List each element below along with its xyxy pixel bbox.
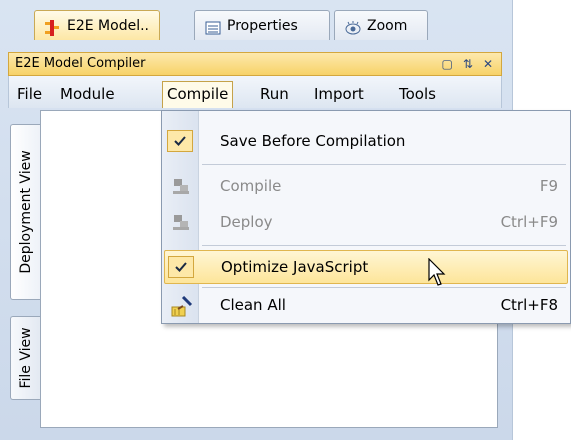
menu-run[interactable]: Run	[256, 82, 293, 106]
tab-zoom[interactable]: Zoom	[334, 10, 428, 40]
broom-icon	[171, 295, 193, 317]
e2e-model-icon	[45, 18, 61, 36]
menu-module[interactable]: Module	[56, 82, 119, 106]
tab-label: File View	[17, 327, 34, 389]
tab-e2e-model[interactable]: E2E Model..	[34, 10, 160, 40]
menu-item-compile[interactable]: Compile F9	[164, 170, 568, 204]
tab-label: Properties	[227, 17, 298, 34]
side-tabs: Deployment View File View	[10, 110, 40, 410]
deploy-icon	[171, 213, 191, 233]
menu-compile[interactable]: Compile	[162, 81, 234, 108]
tab-file-view[interactable]: File View	[10, 316, 40, 400]
panel-title: E2E Model Compiler	[15, 56, 146, 71]
menu-item-shortcut: F9	[539, 177, 558, 195]
menu-item-clean-all[interactable]: Clean All Ctrl+F8	[164, 289, 568, 323]
panel-titlebar: E2E Model Compiler ▢ ⇅ ✕	[8, 52, 502, 76]
tab-label: E2E Model..	[67, 17, 149, 34]
menu-separator	[202, 287, 566, 288]
tab-label: Deployment View	[17, 150, 34, 274]
menu-tools[interactable]: Tools	[395, 82, 440, 106]
menu-separator	[202, 164, 566, 165]
menu-item-label: Optimize JavaScript	[221, 258, 369, 276]
tab-label: Zoom	[367, 17, 408, 34]
zoom-icon	[345, 18, 361, 34]
menu-separator	[202, 245, 566, 246]
menu-item-shortcut: Ctrl+F9	[500, 213, 558, 231]
compile-dropdown-menu: Save Before Compilation Compile F9 Deplo…	[161, 110, 571, 324]
menu-bar: File Module Compile Run Import Tools	[8, 76, 502, 108]
menu-item-deploy[interactable]: Deploy Ctrl+F9	[164, 206, 568, 240]
mouse-cursor-icon	[427, 257, 451, 288]
menu-item-shortcut: Ctrl+F8	[500, 296, 558, 314]
menu-item-label: Save Before Compilation	[220, 132, 406, 150]
checkmark-icon	[167, 130, 193, 152]
menu-item-save-before-compilation[interactable]: Save Before Compilation	[164, 125, 568, 159]
menu-item-label: Clean All	[220, 296, 286, 314]
menu-item-label: Compile	[220, 177, 282, 195]
tab-properties[interactable]: Properties	[194, 10, 330, 40]
pin-icon[interactable]: ▢	[442, 53, 453, 75]
menu-item-label: Deploy	[220, 213, 273, 231]
tab-deployment-view[interactable]: Deployment View	[10, 124, 40, 300]
menu-file[interactable]: File	[13, 82, 46, 106]
properties-icon	[205, 18, 221, 34]
dock-icon[interactable]: ⇅	[463, 53, 473, 75]
menu-item-optimize-javascript[interactable]: Optimize JavaScript	[164, 250, 568, 284]
compile-icon	[171, 177, 191, 197]
close-icon[interactable]: ✕	[483, 53, 493, 75]
menu-import[interactable]: Import	[310, 82, 368, 106]
checkmark-icon	[168, 256, 194, 278]
